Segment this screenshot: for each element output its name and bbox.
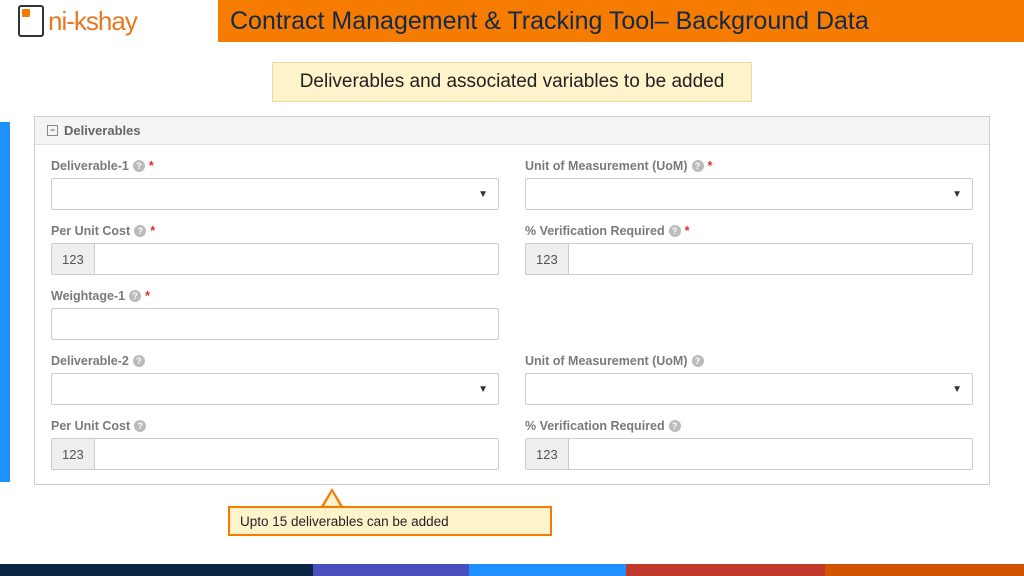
perunit1-input[interactable]: 123 — [51, 243, 499, 275]
panel-header[interactable]: − Deliverables — [35, 117, 989, 145]
help-icon[interactable]: ? — [133, 355, 145, 367]
deliverable1-label: Deliverable-1 — [51, 159, 129, 173]
panel-title: Deliverables — [64, 123, 141, 138]
addon-123: 123 — [526, 439, 569, 469]
deliverable2-label: Deliverable-2 — [51, 354, 129, 368]
logo-area: ni-kshay — [0, 0, 218, 42]
addon-123: 123 — [52, 244, 95, 274]
uom1-select[interactable]: ▼ — [525, 178, 973, 210]
uom2-select[interactable]: ▼ — [525, 373, 973, 405]
help-icon[interactable]: ? — [133, 160, 145, 172]
verify1-label: % Verification Required — [525, 224, 665, 238]
weight1-label: Weightage-1 — [51, 289, 125, 303]
help-icon[interactable]: ? — [692, 355, 704, 367]
uom2-label: Unit of Measurement (UoM) — [525, 354, 688, 368]
chevron-down-icon: ▼ — [478, 384, 488, 395]
deliverables-panel: − Deliverables Deliverable-1? * ▼ Unit of… — [34, 116, 990, 485]
callout-pointer — [320, 488, 344, 508]
collapse-icon[interactable]: − — [47, 125, 58, 136]
uom1-label: Unit of Measurement (UoM) — [525, 159, 688, 173]
help-icon[interactable]: ? — [669, 420, 681, 432]
help-icon[interactable]: ? — [134, 420, 146, 432]
perunit1-label: Per Unit Cost — [51, 224, 130, 238]
perunit2-label: Per Unit Cost — [51, 419, 130, 433]
footer-stripes — [0, 564, 1024, 576]
deliverable2-select[interactable]: ▼ — [51, 373, 499, 405]
phone-icon — [18, 5, 44, 37]
accent-bar — [0, 122, 10, 482]
help-icon[interactable]: ? — [692, 160, 704, 172]
chevron-down-icon: ▼ — [952, 384, 962, 395]
logo-text: ni-kshay — [48, 6, 137, 37]
required-mark: * — [708, 159, 713, 173]
help-icon[interactable]: ? — [669, 225, 681, 237]
required-mark: * — [685, 224, 690, 238]
weight1-input[interactable] — [51, 308, 499, 340]
addon-123: 123 — [52, 439, 95, 469]
verify2-input[interactable]: 123 — [525, 438, 973, 470]
page-title: Contract Management & Tracking Tool– Bac… — [218, 0, 1024, 42]
required-mark: * — [149, 159, 154, 173]
verify1-input[interactable]: 123 — [525, 243, 973, 275]
subtitle: Deliverables and associated variables to… — [272, 62, 752, 102]
callout-note: Upto 15 deliverables can be added — [228, 506, 552, 536]
addon-123: 123 — [526, 244, 569, 274]
required-mark: * — [150, 224, 155, 238]
help-icon[interactable]: ? — [129, 290, 141, 302]
chevron-down-icon: ▼ — [478, 189, 488, 200]
deliverable1-select[interactable]: ▼ — [51, 178, 499, 210]
perunit2-input[interactable]: 123 — [51, 438, 499, 470]
chevron-down-icon: ▼ — [952, 189, 962, 200]
help-icon[interactable]: ? — [134, 225, 146, 237]
verify2-label: % Verification Required — [525, 419, 665, 433]
required-mark: * — [145, 289, 150, 303]
